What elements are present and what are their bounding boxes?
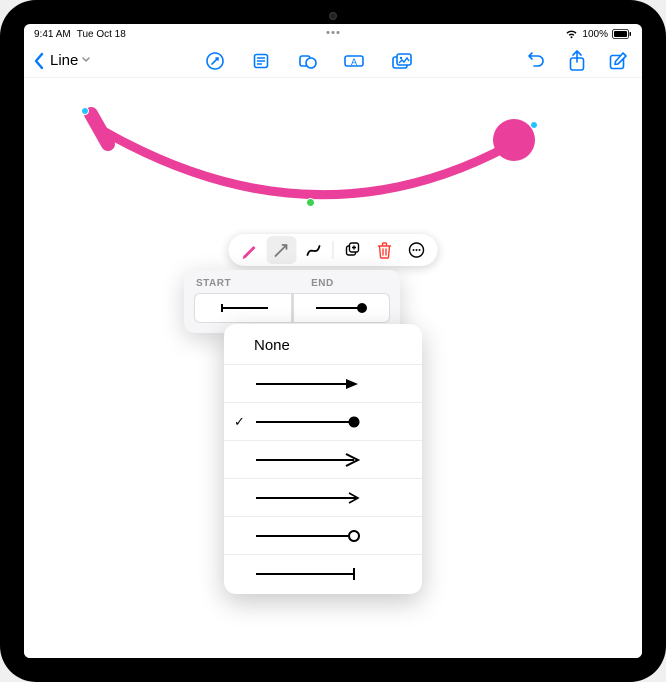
curve-style-button[interactable] (299, 236, 329, 264)
svg-text:A: A (351, 57, 357, 67)
shape-edit-toolbar (229, 234, 438, 266)
endpoint-tab-start[interactable]: START (196, 278, 231, 289)
handle-mid[interactable] (306, 198, 315, 207)
status-date: Tue Oct 18 (77, 29, 126, 40)
undo-button[interactable] (526, 51, 546, 71)
end-style-option-arrow-thin[interactable] (224, 478, 422, 516)
checkmark-icon: ✓ (234, 414, 245, 430)
textbox-tool-button[interactable]: A (343, 51, 365, 71)
end-style-option-bar[interactable] (224, 554, 422, 592)
status-handle (327, 31, 340, 34)
end-style-menu: None ✓ (224, 324, 422, 594)
status-time: 9:41 AM (34, 29, 71, 40)
end-style-option-circle-open[interactable] (224, 516, 422, 554)
shape-tool-button[interactable] (297, 51, 317, 71)
endpoint-end-preview[interactable] (292, 293, 391, 323)
endpoint-start-preview[interactable] (194, 293, 292, 323)
wifi-icon (565, 29, 578, 39)
chevron-down-icon[interactable] (80, 52, 92, 70)
handle-start[interactable] (81, 107, 89, 115)
battery-percent: 100% (582, 29, 608, 40)
end-style-option-ball[interactable]: ✓ (224, 402, 422, 440)
end-style-option-none[interactable]: None (224, 326, 422, 364)
end-style-option-arrow-open[interactable] (224, 440, 422, 478)
end-style-option-arrow-filled[interactable] (224, 364, 422, 402)
toolbar-divider (333, 241, 334, 259)
more-button[interactable] (402, 236, 432, 264)
markup-tool-button[interactable] (205, 51, 225, 71)
note-tool-button[interactable] (251, 51, 271, 71)
share-button[interactable] (568, 50, 586, 72)
arrow-style-button[interactable] (267, 236, 297, 264)
device-camera (329, 12, 337, 20)
battery-icon (612, 29, 632, 39)
handle-end[interactable] (530, 121, 538, 129)
navigation-bar: Line A (24, 44, 642, 78)
media-tool-button[interactable] (391, 51, 413, 71)
status-bar: 9:41 AM Tue Oct 18 100% (24, 24, 642, 44)
delete-button[interactable] (370, 236, 400, 264)
duplicate-button[interactable] (338, 236, 368, 264)
document-title[interactable]: Line (50, 52, 78, 69)
back-button[interactable] (32, 51, 46, 71)
pen-style-button[interactable] (235, 236, 265, 264)
endpoint-tab-end[interactable]: END (311, 278, 334, 289)
drawing-canvas[interactable]: START END None (24, 78, 642, 658)
compose-button[interactable] (608, 51, 628, 71)
